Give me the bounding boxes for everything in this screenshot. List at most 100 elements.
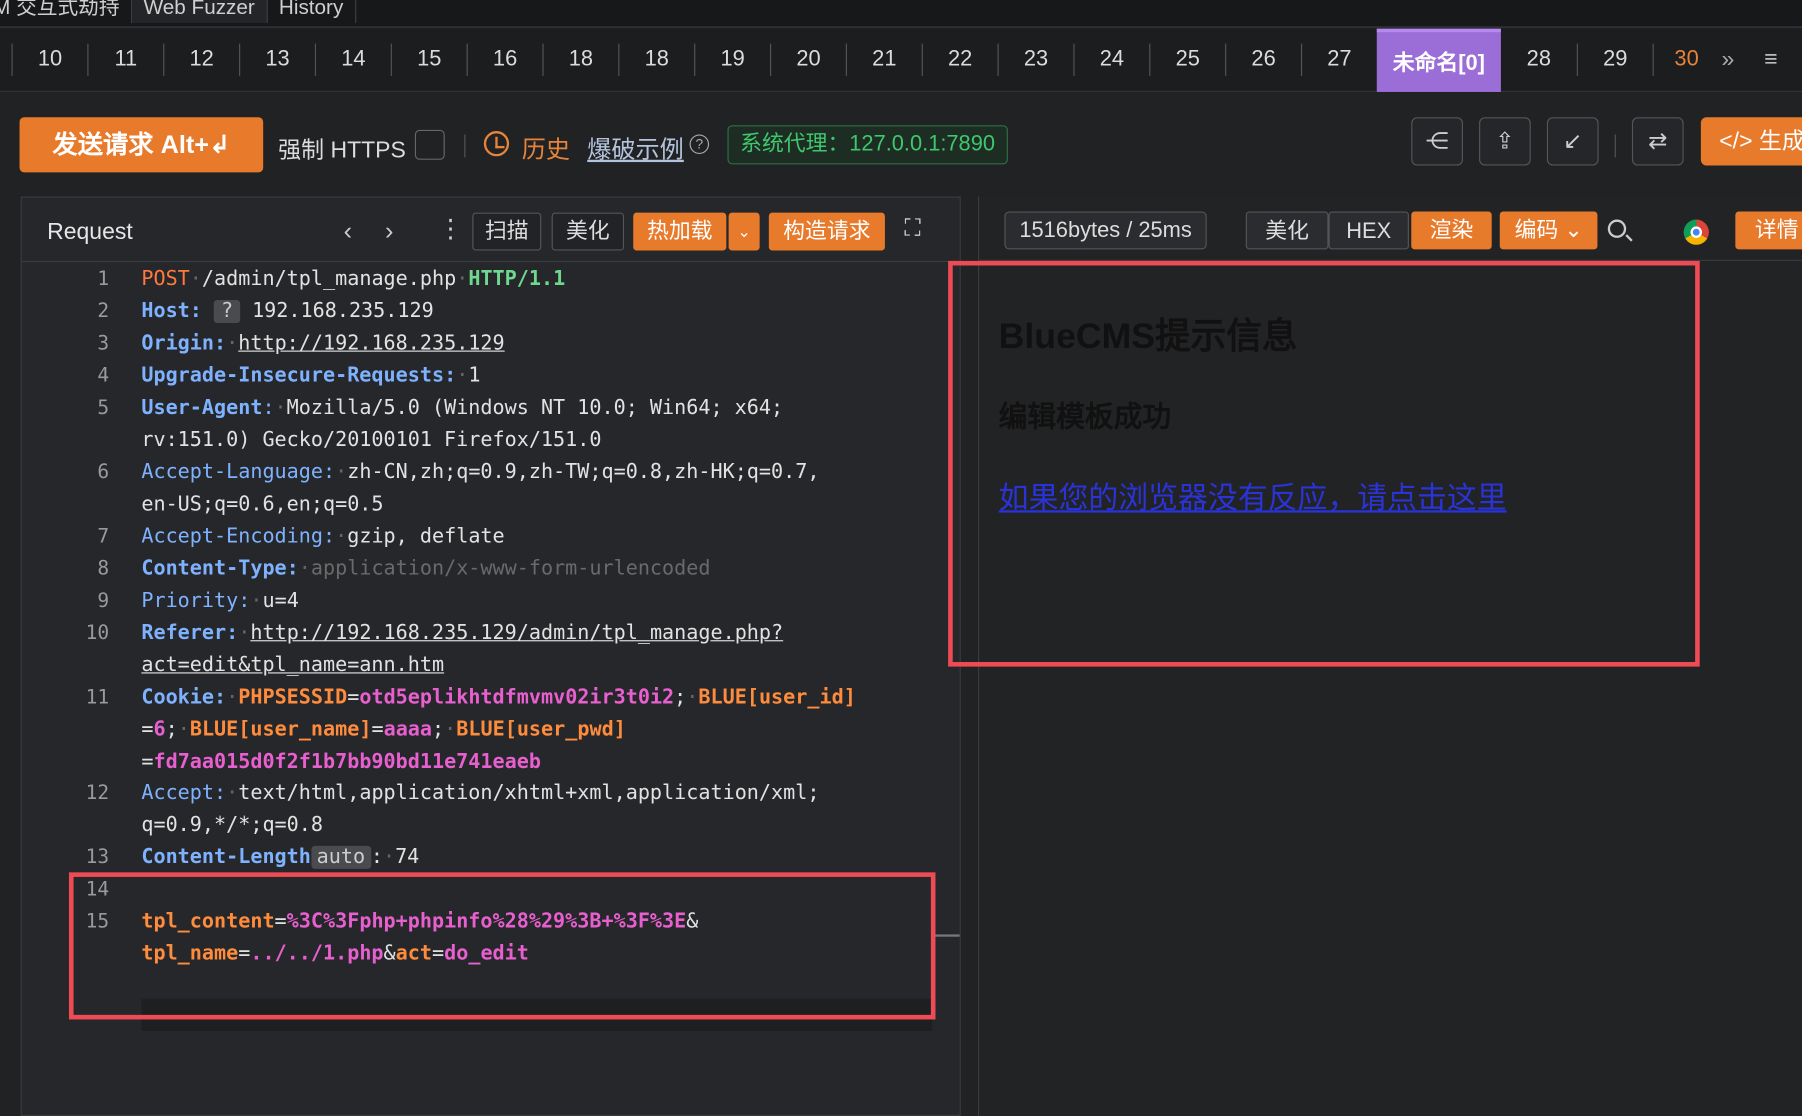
response-header: 1516bytes / 25ms 美化 HEX 渲染 编码 ⌄ 详情 [979, 197, 1802, 261]
render-button[interactable]: 渲染 [1411, 211, 1492, 250]
header-content-length: Content-Length auto:·74 [141, 845, 420, 869]
send-request-button[interactable]: 发送请求 Alt+↲ [19, 117, 264, 173]
request-title: Request [47, 219, 133, 245]
header-cookie: Cookie:·PHPSESSID=otd5eplikhtdfmvmv02ir3… [141, 686, 856, 710]
swap-button[interactable]: ⇄ [1631, 117, 1684, 166]
fuzzer-tab[interactable]: 18 [618, 43, 694, 76]
share-icon: ⋲ [1425, 128, 1449, 155]
fuzzer-tab[interactable]: 20 [769, 43, 846, 76]
fuzzer-tab[interactable]: 16 [466, 43, 543, 76]
beautify-button[interactable]: 美化 [551, 212, 625, 251]
chevron-down-icon: ⌄ [1564, 218, 1583, 243]
header-accept-cont: q=0.9,*/*;q=0.8 [141, 813, 323, 837]
fuzzer-tab[interactable]: 26 [1225, 43, 1301, 76]
import-icon: ↙ [1563, 128, 1583, 155]
line-number: 3 [97, 332, 110, 356]
search-icon[interactable] [1607, 219, 1627, 238]
request-path: /admin/tpl_manage.php [201, 267, 457, 291]
export-button[interactable]: ⇪ [1479, 117, 1531, 166]
rendered-title: BlueCMS提示信息 [998, 316, 1298, 357]
highlight-box-body [68, 872, 936, 1020]
fuzzer-tab[interactable]: 10 [11, 43, 87, 76]
construct-request-button[interactable]: 构造请求 [768, 212, 885, 251]
header-cookie-cont: =6;·BLUE[user_name]=aaaa;·BLUE[user_pwd] [141, 718, 626, 742]
history-button[interactable]: 历史 [522, 131, 570, 165]
expand-icon[interactable]: ⛶ [904, 216, 920, 242]
header-accept-language: Accept-Language:·zh-CN,zh;q=0.9,zh-TW;q=… [141, 460, 820, 484]
generate-code-button[interactable]: </> 生成 [1700, 117, 1802, 166]
force-https-checkbox[interactable] [414, 129, 445, 160]
history-icon[interactable] [483, 131, 510, 157]
line-number: 4 [97, 364, 110, 388]
fuzzer-tab-unnamed[interactable]: 未命名[0] [1376, 28, 1501, 92]
fuzzer-tab[interactable]: 24 [1073, 43, 1149, 76]
force-https-label: 强制 HTTPS [278, 137, 406, 164]
fuzzer-tab[interactable]: 19 [694, 43, 770, 76]
rendered-redirect-link[interactable]: 如果您的浏览器没有反应，请点击这里 [999, 475, 1507, 518]
auto-badge: auto [310, 845, 371, 869]
divider [1614, 134, 1616, 158]
fuzzer-tab[interactable]: 23 [997, 43, 1074, 76]
fuzzer-tab[interactable]: 27 [1300, 43, 1377, 76]
header-user-agent-cont: rv:151.0) Gecko/20100101 Firefox/151.0 [141, 428, 602, 452]
host-hint-badge: ? [214, 299, 240, 323]
chrome-icon[interactable] [1683, 219, 1709, 245]
fuzzer-tab[interactable]: 25 [1149, 43, 1225, 76]
line-number: 13 [85, 845, 110, 869]
more-options-icon[interactable]: ⋮ [438, 214, 463, 244]
header-referer: Referer:·http://192.168.235.129/admin/tp… [141, 621, 784, 645]
line-number: 12 [85, 781, 110, 805]
request-line: POST·/admin/tpl_manage.php·HTTP/1.1 [141, 267, 566, 291]
help-icon[interactable]: ? [689, 134, 710, 155]
fuzzer-tab-bar: 10 11 12 13 14 15 16 18 18 19 20 21 22 2… [0, 28, 1802, 92]
response-beautify-button[interactable]: 美化 [1245, 211, 1329, 250]
fuzzer-tab[interactable]: 11 [87, 43, 163, 76]
fuzzer-tab-current[interactable]: 30 [1652, 43, 1717, 76]
hex-button[interactable]: HEX [1328, 211, 1409, 250]
header-host: Host: ? 192.168.235.129 [141, 299, 434, 323]
header-priority: Priority:·u=4 [141, 589, 299, 613]
details-button[interactable]: 详情 [1735, 211, 1802, 250]
more-icon[interactable]: » [1722, 47, 1735, 73]
fuzzer-tab[interactable]: 21 [845, 43, 922, 76]
share-button[interactable]: ⋲ [1411, 117, 1463, 166]
divider [464, 134, 466, 158]
chevron-left-icon[interactable]: ‹ [344, 216, 352, 246]
menu-icon[interactable]: ≡ [1764, 47, 1777, 73]
line-number: 5 [97, 396, 110, 420]
header-user-agent: User-Agent:·Mozilla/5.0 (Windows NT 10.0… [141, 396, 796, 420]
fuzzer-tab[interactable]: 14 [314, 43, 391, 76]
tab-history[interactable]: History [267, 0, 356, 23]
fuzzer-tab[interactable]: 22 [921, 43, 998, 76]
fuzzer-tab[interactable]: 28 [1501, 44, 1577, 76]
chevron-down-icon[interactable]: ⌄ [728, 212, 760, 251]
request-toolbar: 发送请求 Alt+↲ 强制 HTTPS 历史 爆破示例 ? 系统代理：127.0… [0, 93, 1802, 196]
tab-interactive-hijack[interactable]: M 交互式劫持 [0, 0, 133, 23]
fuzzer-tab[interactable]: 12 [163, 43, 239, 76]
tab-web-fuzzer[interactable]: Web Fuzzer [132, 0, 268, 23]
header-referer-cont: act=edit&tpl_name=ann.htm [141, 653, 445, 677]
http-version: HTTP/1.1 [468, 267, 566, 291]
header-origin: Origin:·http://192.168.235.129 [141, 332, 505, 356]
http-method: POST [141, 267, 190, 291]
request-header: Request ‹ › ⋮ 扫描 美化 热加载 ⌄ 构造请求 ⛶ [21, 198, 960, 263]
chevron-right-icon[interactable]: › [385, 216, 393, 246]
fuzzer-tab[interactable]: 13 [239, 43, 315, 76]
scan-button[interactable]: 扫描 [472, 212, 542, 251]
header-cookie-cont2: =fd7aa015d0f2f1b7bb90bd11e741eaeb [141, 750, 541, 774]
fuzzer-tab[interactable]: 29 [1576, 43, 1653, 76]
scrollbar[interactable] [934, 934, 960, 937]
encode-label: 编码 [1514, 218, 1559, 243]
line-number: 9 [97, 589, 110, 613]
system-proxy-badge[interactable]: 系统代理：127.0.0.1:7890 [727, 125, 1008, 165]
import-button[interactable]: ↙ [1546, 117, 1599, 166]
fuzzer-tab[interactable]: 18 [542, 43, 618, 76]
line-number: 6 [97, 460, 110, 484]
hot-load-button[interactable]: 热加载 [633, 212, 727, 251]
fuzzer-tab[interactable]: 15 [390, 43, 467, 76]
header-upgrade: Upgrade-Insecure-Requests:·1 [141, 364, 481, 388]
line-number: 11 [85, 686, 110, 710]
encode-dropdown[interactable]: 编码 ⌄ [1499, 211, 1598, 250]
brute-force-example-link[interactable]: 爆破示例 [587, 131, 684, 165]
line-number: 8 [97, 557, 110, 581]
